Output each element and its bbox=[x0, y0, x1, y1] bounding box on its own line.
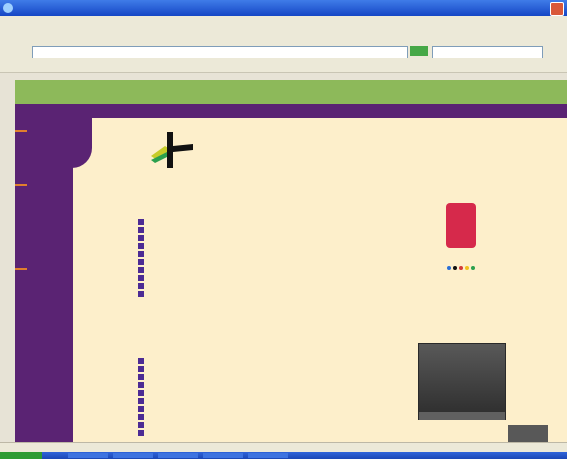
bullet bbox=[138, 275, 144, 281]
taskbar bbox=[0, 452, 567, 459]
content-corner bbox=[72, 118, 92, 168]
title-bar bbox=[0, 0, 567, 16]
beijing-emblem-icon bbox=[446, 203, 476, 248]
task-item[interactable] bbox=[248, 453, 288, 458]
task-item[interactable] bbox=[68, 453, 108, 458]
address-bar bbox=[0, 44, 567, 59]
bullet bbox=[138, 251, 144, 257]
banner-logo-right bbox=[507, 84, 537, 100]
bullet bbox=[138, 406, 144, 412]
sidebar-marker bbox=[15, 268, 27, 270]
menu-bar bbox=[0, 16, 567, 31]
task-item[interactable] bbox=[158, 453, 198, 458]
bullet bbox=[138, 243, 144, 249]
sidebar bbox=[15, 118, 73, 442]
bullet bbox=[138, 398, 144, 404]
site-banner bbox=[15, 80, 567, 104]
bullet bbox=[138, 219, 144, 225]
bullet bbox=[138, 366, 144, 372]
olympic-rings-icon bbox=[447, 266, 475, 270]
photo-caption-bar bbox=[419, 412, 505, 420]
photo-icon[interactable] bbox=[418, 343, 506, 420]
links-bar bbox=[0, 58, 567, 73]
header-title bbox=[243, 156, 273, 169]
bullet bbox=[138, 235, 144, 241]
task-item[interactable] bbox=[113, 453, 153, 458]
sidebar-marker bbox=[15, 130, 27, 132]
bullet bbox=[138, 414, 144, 420]
bullet bbox=[138, 422, 144, 428]
go-button[interactable] bbox=[410, 46, 428, 56]
bullet bbox=[138, 267, 144, 273]
bullet bbox=[138, 390, 144, 396]
task-item[interactable] bbox=[203, 453, 243, 458]
olympic-logo-icon bbox=[151, 132, 193, 168]
banner-logo-left bbox=[45, 84, 75, 100]
bullet bbox=[138, 358, 144, 364]
top-nav bbox=[15, 104, 567, 118]
close-icon[interactable] bbox=[550, 2, 564, 16]
main-content bbox=[72, 118, 567, 445]
bullet bbox=[138, 227, 144, 233]
bullet bbox=[138, 430, 144, 436]
sidebar-marker bbox=[15, 184, 27, 186]
bullet bbox=[138, 283, 144, 289]
browser-window bbox=[0, 0, 567, 459]
bullet bbox=[138, 382, 144, 388]
bullet bbox=[138, 259, 144, 265]
toolbar bbox=[0, 30, 567, 45]
ie-icon bbox=[3, 3, 13, 13]
bullet bbox=[138, 374, 144, 380]
bullet bbox=[138, 291, 144, 297]
start-button[interactable] bbox=[0, 452, 42, 459]
